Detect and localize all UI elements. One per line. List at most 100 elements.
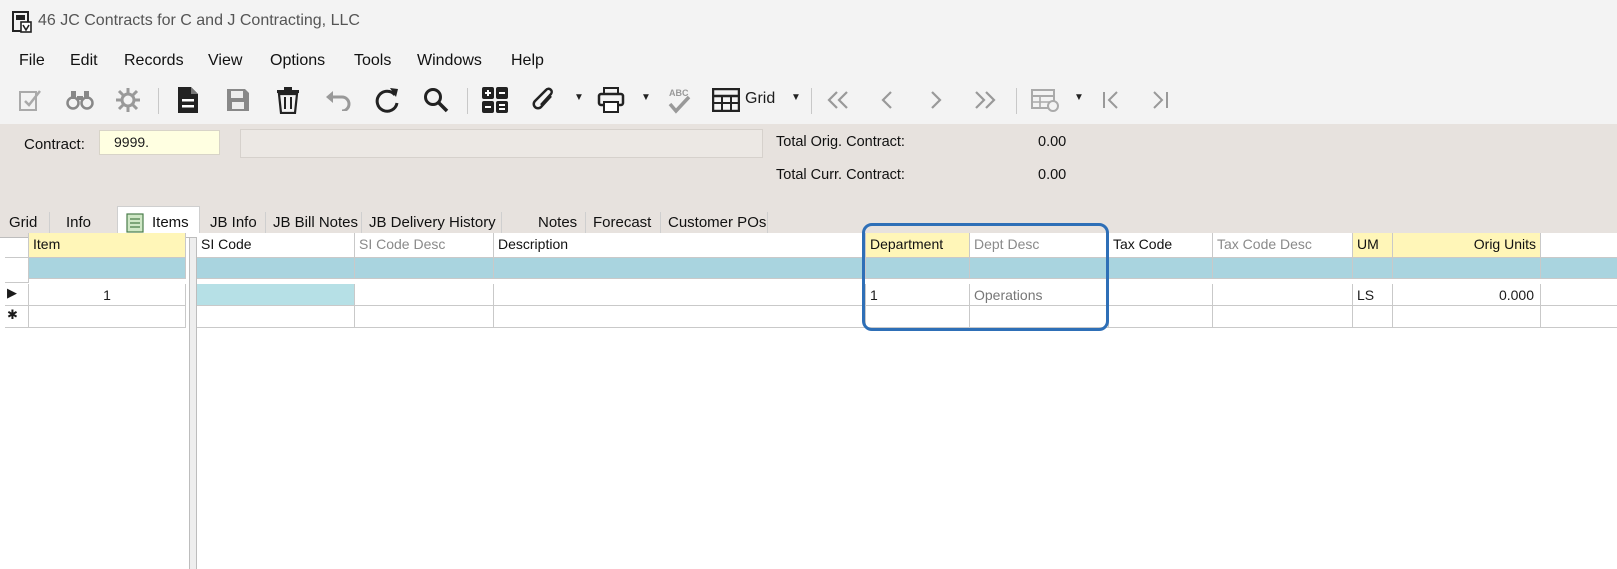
contract-description-field[interactable] <box>240 129 763 158</box>
previous-record-icon[interactable] <box>872 84 902 116</box>
last-page-icon[interactable] <box>1145 84 1175 116</box>
menu-tools[interactable]: Tools <box>354 52 391 70</box>
menu-file[interactable]: File <box>19 52 45 70</box>
new-row-si-code[interactable] <box>197 306 355 328</box>
column-header-tax-code-desc[interactable]: Tax Code Desc <box>1213 233 1353 258</box>
attachment-icon[interactable] <box>528 84 560 116</box>
first-record-icon[interactable] <box>823 84 853 116</box>
binoculars-icon[interactable] <box>64 84 96 116</box>
cell-si-code-desc[interactable] <box>355 284 494 306</box>
column-header-tax-code[interactable]: Tax Code <box>1109 233 1213 258</box>
settings-icon[interactable] <box>112 84 144 116</box>
current-row-indicator[interactable]: ▶ <box>5 284 29 306</box>
row-selector-filter <box>5 258 29 283</box>
filter-um[interactable] <box>1353 258 1393 279</box>
filter-tax-code[interactable] <box>1109 258 1213 279</box>
tab-jb-info[interactable]: JB Info <box>210 214 257 231</box>
cell-orig-units[interactable]: 0.000 <box>1393 284 1541 306</box>
new-row-um[interactable] <box>1353 306 1393 328</box>
grid-settings-dropdown-icon[interactable]: ▼ <box>1074 92 1084 103</box>
print-icon[interactable] <box>595 84 627 116</box>
delete-icon[interactable] <box>272 84 304 116</box>
menu-records[interactable]: Records <box>124 52 184 70</box>
grid-view-icon[interactable] <box>709 84 743 116</box>
column-header-description[interactable]: Description <box>494 233 866 258</box>
new-row-item[interactable] <box>29 306 186 328</box>
toolbar-separator <box>467 88 468 114</box>
menu-edit[interactable]: Edit <box>70 52 98 70</box>
column-header-si-code[interactable]: SI Code <box>197 233 355 258</box>
column-header-department[interactable]: Department <box>866 233 970 258</box>
new-row-tax-code-desc[interactable] <box>1213 306 1353 328</box>
next-record-icon[interactable] <box>921 84 951 116</box>
print-dropdown-icon[interactable]: ▼ <box>641 92 651 103</box>
grid-view-label[interactable]: Grid <box>745 90 775 108</box>
filter-next[interactable] <box>1541 258 1617 279</box>
filter-dept-desc[interactable] <box>970 258 1109 279</box>
cell-item[interactable]: 1 <box>29 284 186 306</box>
new-document-icon[interactable] <box>172 84 204 116</box>
cell-si-code[interactable] <box>197 284 355 306</box>
new-row-description[interactable] <box>494 306 866 328</box>
app-icon <box>12 11 32 33</box>
filter-item[interactable] <box>29 258 186 279</box>
cell-department[interactable]: 1 <box>866 284 970 306</box>
save-icon[interactable] <box>222 84 254 116</box>
total-curr-contract-value: 0.00 <box>1038 167 1067 183</box>
menu-view[interactable]: View <box>208 52 242 70</box>
cell-description[interactable] <box>494 284 866 306</box>
contract-input[interactable]: 9999. <box>99 130 220 155</box>
filter-orig-units[interactable] <box>1393 258 1541 279</box>
search-icon[interactable] <box>420 84 452 116</box>
new-row-next[interactable] <box>1541 306 1617 328</box>
tab-notes[interactable]: Notes <box>538 214 577 231</box>
cell-tax-code[interactable] <box>1109 284 1213 306</box>
refresh-icon[interactable] <box>371 84 403 116</box>
tab-forecast[interactable]: Forecast <box>593 214 651 231</box>
first-page-icon[interactable] <box>1096 84 1126 116</box>
last-record-icon[interactable] <box>970 84 1000 116</box>
attachment-dropdown-icon[interactable]: ▼ <box>574 92 584 103</box>
new-row-tax-code[interactable] <box>1109 306 1213 328</box>
frozen-column-splitter[interactable] <box>189 238 197 569</box>
spellcheck-icon[interactable]: ABC <box>662 84 694 116</box>
tab-grid[interactable]: Grid <box>9 214 37 231</box>
tab-jb-delivery-history[interactable]: JB Delivery History <box>369 214 496 231</box>
contract-label: Contract: <box>24 136 85 153</box>
menu-options[interactable]: Options <box>270 52 325 70</box>
cell-um[interactable]: LS <box>1353 284 1393 306</box>
new-row-orig-units[interactable] <box>1393 306 1541 328</box>
filter-description[interactable] <box>494 258 866 279</box>
menu-help[interactable]: Help <box>511 52 544 70</box>
window-title: 46 JC Contracts for C and J Contracting,… <box>38 12 360 29</box>
grid-view-dropdown-icon[interactable]: ▼ <box>791 92 801 103</box>
column-header-um[interactable]: UM <box>1353 233 1393 258</box>
filter-department[interactable] <box>866 258 970 279</box>
grid-settings-icon[interactable] <box>1028 84 1062 116</box>
filter-si-code-desc[interactable] <box>355 258 494 279</box>
new-row-indicator[interactable]: ✱ <box>5 306 29 328</box>
tab-separator <box>265 212 266 234</box>
filter-tax-code-desc[interactable] <box>1213 258 1353 279</box>
new-row-department[interactable] <box>866 306 970 328</box>
cell-tax-code-desc[interactable] <box>1213 284 1353 306</box>
filter-si-code[interactable] <box>197 258 355 279</box>
cell-next[interactable] <box>1541 284 1617 306</box>
calculator-icon[interactable] <box>479 84 511 116</box>
new-row-si-code-desc[interactable] <box>355 306 494 328</box>
cell-dept-desc[interactable]: Operations <box>970 284 1109 306</box>
column-header-next[interactable] <box>1541 233 1617 258</box>
column-header-orig-units[interactable]: Orig Units <box>1393 233 1541 258</box>
validate-icon[interactable] <box>14 84 46 116</box>
menu-windows[interactable]: Windows <box>417 52 482 70</box>
column-header-dept-desc[interactable]: Dept Desc <box>970 233 1109 258</box>
tab-jb-bill-notes[interactable]: JB Bill Notes <box>273 214 358 231</box>
column-header-si-code-desc[interactable]: SI Code Desc <box>355 233 494 258</box>
tab-customer-pos[interactable]: Customer POs <box>668 214 766 231</box>
undo-icon[interactable] <box>322 84 354 116</box>
column-header-item[interactable]: Item <box>29 233 186 258</box>
tab-separator <box>501 212 502 234</box>
row-selector-header <box>5 233 29 258</box>
new-row-dept-desc[interactable] <box>970 306 1109 328</box>
tab-info[interactable]: Info <box>66 214 91 231</box>
